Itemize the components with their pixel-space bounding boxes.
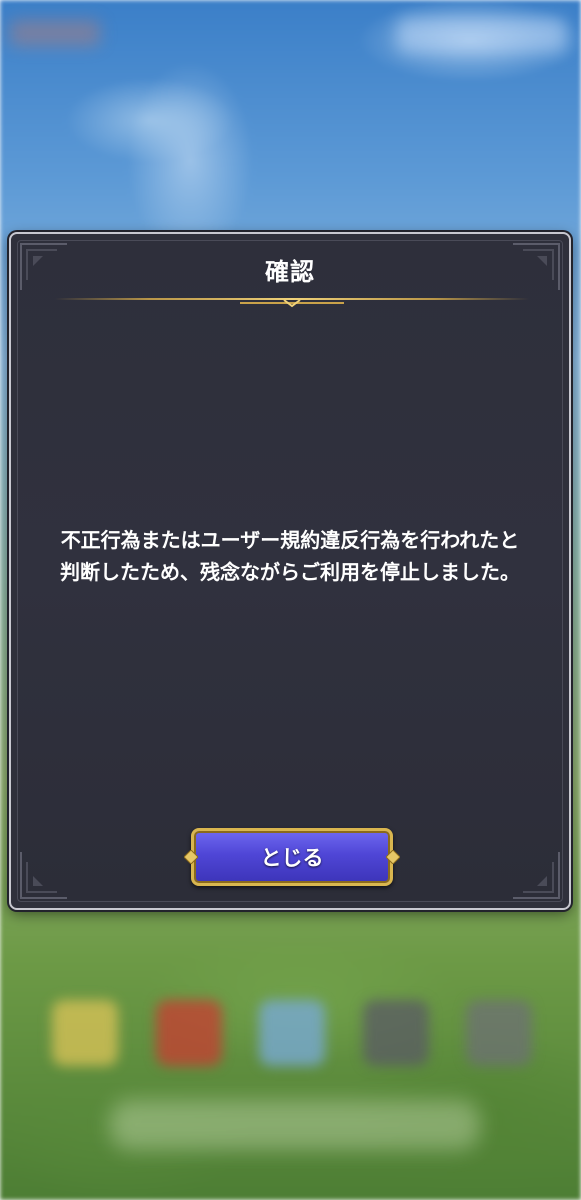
blurred-logo [10, 20, 100, 46]
ornament-divider-icon [55, 298, 529, 308]
blurred-icon [259, 1000, 325, 1066]
close-button-label: とじる [260, 846, 324, 870]
message-line: 判断したため、残念ながらご利用を停止しました。 [60, 560, 520, 584]
message-line: 不正行為またはユーザー規約違反行為を行われたと [60, 528, 520, 552]
close-button[interactable]: とじる [184, 828, 400, 886]
confirm-dialog: 確認 不正行為またはユーザー規約違反行為を行われたと 判断したため、残念ながらご… [9, 232, 571, 910]
diamond-gem-icon [184, 850, 198, 864]
blurred-icon-row [52, 1000, 532, 1080]
blurred-icon [466, 1000, 532, 1066]
blurred-top-menu [397, 18, 567, 52]
blurred-bottom-text [110, 1100, 480, 1150]
blurred-icon [362, 1000, 429, 1066]
blurred-icon [155, 1000, 222, 1066]
dialog-message: 不正行為またはユーザー規約違反行為を行われたと 判断したため、残念ながらご利用を… [31, 524, 549, 588]
diamond-gem-icon [386, 850, 400, 864]
corner-ornament-icon [20, 852, 67, 899]
blurred-icon [52, 1000, 118, 1066]
corner-ornament-icon [513, 852, 560, 899]
dialog-title: 確認 [265, 258, 315, 286]
